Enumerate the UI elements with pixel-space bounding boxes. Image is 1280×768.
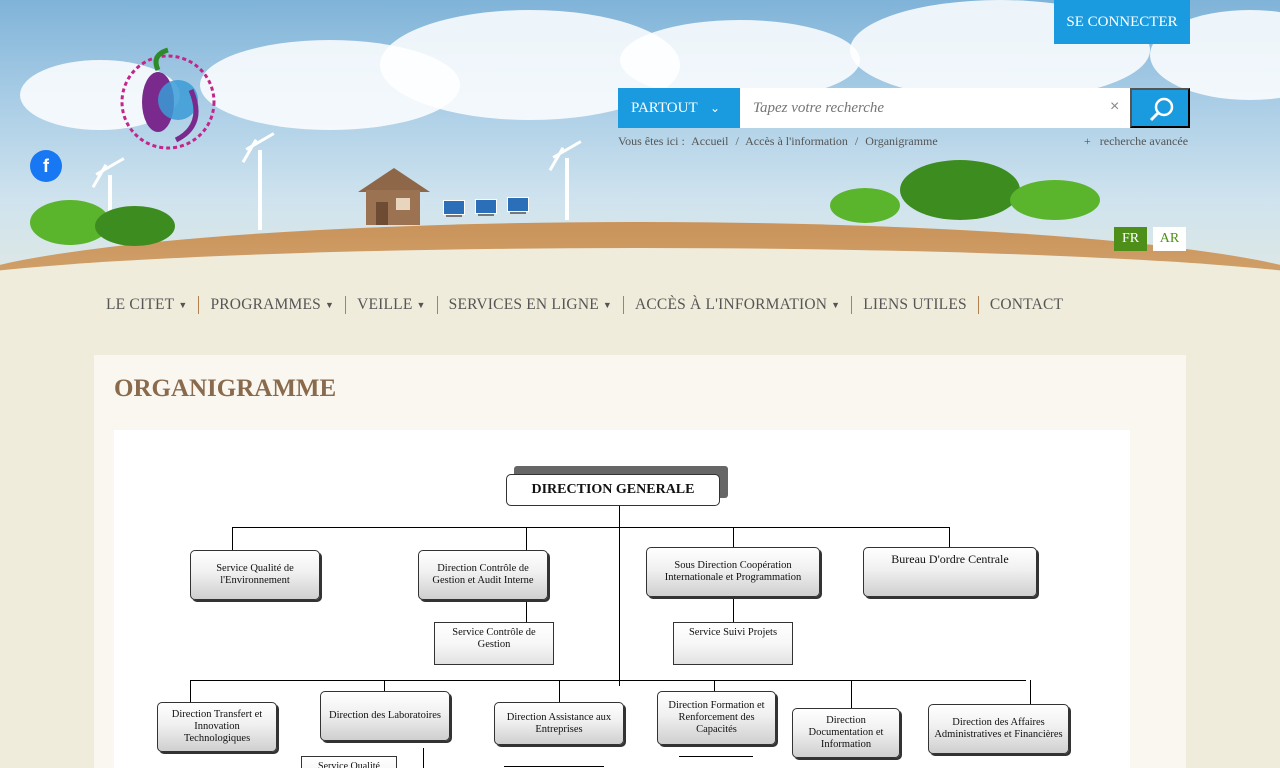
nav-label: CONTACT [989, 296, 1064, 313]
house-illustration [358, 168, 430, 225]
org-box-level1: Sous Direction Coopération International… [646, 547, 820, 597]
breadcrumb-home[interactable]: Accueil [691, 134, 728, 148]
caret-down-icon: ▼ [324, 300, 335, 310]
search-scope-select[interactable]: PARTOUT ⌄ [618, 88, 740, 128]
breadcrumb: Vous êtes ici : Accueil / Accès à l'info… [618, 134, 942, 149]
chevron-down-icon: ⌄ [709, 101, 720, 115]
breadcrumb-current: Organigramme [865, 134, 938, 148]
breadcrumb-separator: / [854, 134, 859, 148]
nav-item-veille[interactable]: VEILLE ▼ [345, 296, 437, 314]
org-box-sub: Service Suivi Projets [673, 622, 793, 665]
org-box-level2: Direction des Laboratoires [320, 691, 450, 741]
org-box-level2: Direction Documentation et Information [792, 708, 900, 758]
org-box-level1: Direction Contrôle de Gestion et Audit I… [418, 550, 548, 600]
caret-down-icon: ▼ [416, 300, 426, 310]
citet-logo[interactable] [96, 30, 246, 170]
org-box-sub: Service Qualité [301, 756, 397, 768]
caret-down-icon: ▼ [602, 300, 612, 310]
org-box-sub: Service Contrôle de Gestion [434, 622, 554, 665]
nav-item-le-citet[interactable]: LE CITET ▼ [106, 296, 198, 314]
advanced-search-link[interactable]: + recherche avancée [1084, 134, 1188, 149]
plus-icon: + [1084, 134, 1091, 148]
org-chart: DIRECTION GENERALE Service Qualité de l'… [114, 430, 1130, 768]
org-box-level1: Bureau D'ordre Centrale [863, 547, 1037, 597]
breadcrumb-separator: / [735, 134, 739, 148]
nav-label: VEILLE [357, 296, 413, 313]
nav-label: LE CITET [106, 296, 175, 313]
nav-item-services-en-ligne[interactable]: SERVICES EN LIGNE ▼ [436, 296, 623, 314]
org-box-level2: Direction Transfert et Innovation Techno… [157, 702, 277, 752]
nav-label: LIENS UTILES [863, 296, 967, 313]
nav-label: SERVICES EN LIGNE [448, 296, 599, 313]
org-box-level1: Service Qualité de l'Environnement [190, 550, 320, 600]
search-input[interactable] [740, 88, 1130, 128]
nav-item-liens-utiles[interactable]: LIENS UTILES [851, 296, 978, 314]
search-button[interactable] [1130, 88, 1190, 128]
breadcrumb-access[interactable]: Accès à l'information [745, 134, 848, 148]
search-scope-label: PARTOUT [631, 100, 698, 116]
caret-down-icon: ▼ [831, 300, 841, 310]
org-direction-generale: DIRECTION GENERALE [506, 474, 720, 506]
nav-item-acces-information[interactable]: ACCÈS À L'INFORMATION ▼ [623, 296, 851, 314]
nav-label: ACCÈS À L'INFORMATION [635, 296, 828, 313]
main-nav: LE CITET ▼ PROGRAMMES ▼ VEILLE ▼ SERVICES E… [106, 296, 1074, 314]
breadcrumb-prefix: Vous êtes ici : [618, 134, 685, 148]
org-box-level2: Direction Formation et Renforcement des … [657, 691, 776, 745]
lang-ar-button[interactable]: AR [1153, 227, 1186, 251]
org-box-level2: Direction des Affaires Administratives e… [928, 704, 1069, 754]
login-button[interactable]: SE CONNECTER [1054, 0, 1190, 44]
lang-fr-button[interactable]: FR [1114, 227, 1147, 251]
search-icon [1149, 97, 1174, 122]
caret-down-icon: ▼ [178, 300, 188, 310]
org-box-level2: Direction Assistance aux Entreprises [494, 702, 624, 745]
facebook-icon[interactable]: f [30, 150, 62, 182]
advanced-search-label: recherche avancée [1099, 134, 1189, 148]
clear-icon[interactable]: × [1110, 98, 1119, 116]
nav-item-programmes[interactable]: PROGRAMMES ▼ [198, 296, 345, 314]
page-title: ORGANIGRAMME [114, 375, 337, 402]
nav-item-contact[interactable]: CONTACT [977, 296, 1074, 314]
nav-label: PROGRAMMES [210, 296, 321, 313]
